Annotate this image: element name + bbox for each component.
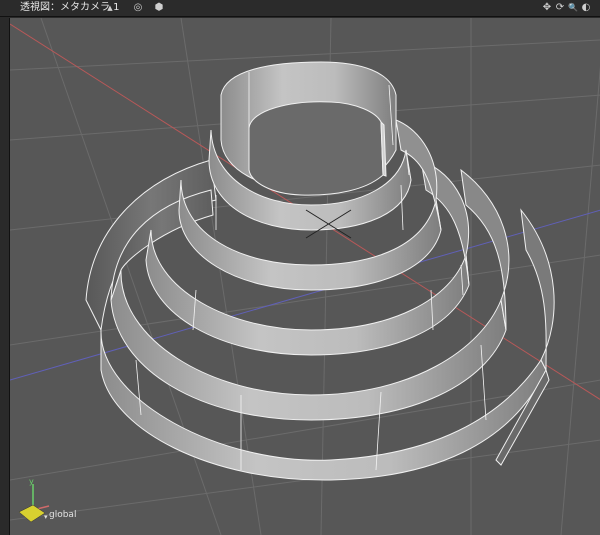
pan-icon[interactable]: ✥ bbox=[541, 1, 553, 15]
viewport-window: 透視図：メタカメラ 1 ▲ ◎ ⬢ ✥ ⟳ 🔍 ◐ y ▾ global bbox=[0, 0, 600, 535]
perspective-viewport[interactable]: y ▾ bbox=[9, 18, 600, 535]
target-icon[interactable]: ◎ bbox=[131, 1, 145, 15]
scene-canvas: y ▾ bbox=[10, 18, 600, 535]
viewport-header: 透視図：メタカメラ 1 ▲ ◎ ⬢ ✥ ⟳ 🔍 ◐ bbox=[0, 0, 600, 17]
shade-icon[interactable]: ◐ bbox=[580, 1, 592, 15]
zoom-icon[interactable]: 🔍 bbox=[567, 1, 579, 15]
cube-icon[interactable]: ⬢ bbox=[152, 1, 166, 15]
rotate-icon[interactable]: ⟳ bbox=[554, 1, 566, 15]
view-menu-caret-icon[interactable]: ▲ bbox=[105, 1, 115, 15]
svg-text:▾: ▾ bbox=[44, 513, 48, 521]
spiral-ribbon-surface bbox=[85, 61, 555, 481]
coordinate-system-label[interactable]: global bbox=[49, 510, 76, 520]
axis-gizmo-icon: y ▾ bbox=[18, 477, 50, 523]
svg-text:y: y bbox=[29, 477, 34, 486]
